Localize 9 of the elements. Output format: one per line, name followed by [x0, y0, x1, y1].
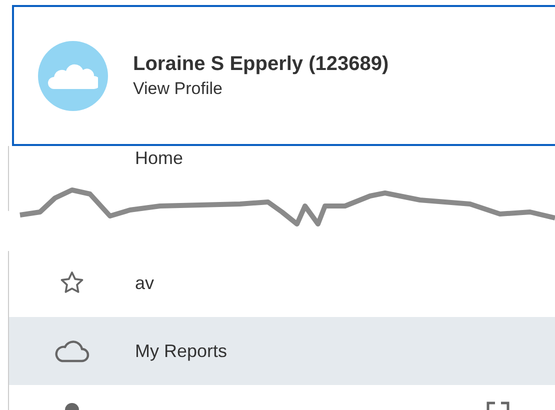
cloud-icon: [48, 62, 98, 90]
menu-label: av: [135, 272, 154, 295]
menu-label: My Reports: [135, 340, 228, 363]
bracket-icon: [486, 401, 510, 410]
profile-name: Loraine S Epperly (123689): [133, 52, 389, 76]
view-profile-link[interactable]: View Profile: [133, 76, 389, 100]
cloud-icon: [54, 338, 90, 364]
menu-label: Home: [135, 147, 184, 170]
menu-item[interactable]: My Reports: [9, 317, 555, 385]
